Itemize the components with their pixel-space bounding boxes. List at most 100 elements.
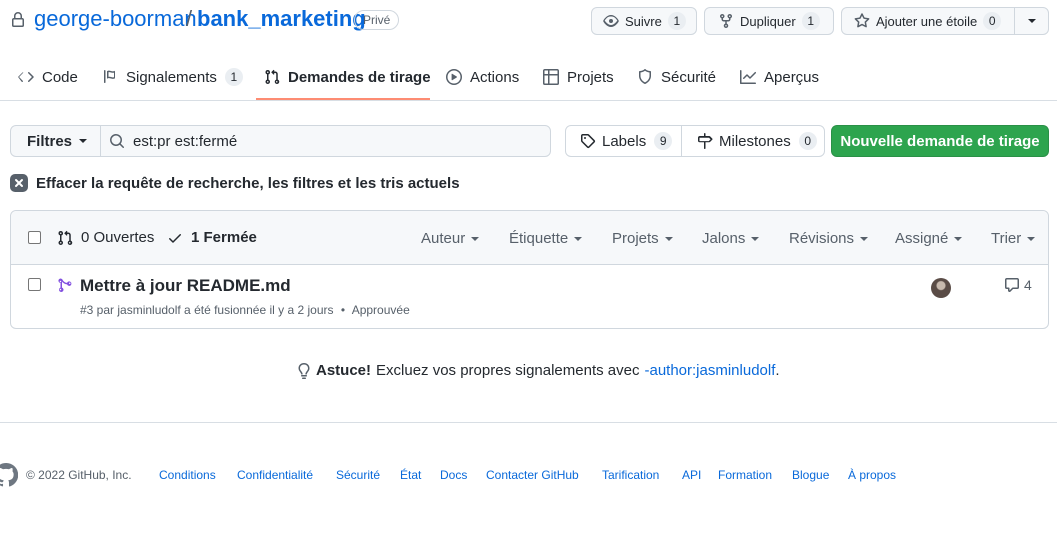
- tab-projects[interactable]: Projets: [543, 53, 614, 101]
- footer-link-security[interactable]: Sécurité: [336, 468, 380, 482]
- avatar[interactable]: [931, 278, 951, 298]
- fork-count: 1: [801, 12, 820, 30]
- shield-icon: [639, 69, 651, 85]
- watch-label: Suivre: [625, 13, 662, 29]
- tab-actions[interactable]: Actions: [446, 53, 519, 101]
- repo-name-link[interactable]: bank_marketing: [197, 6, 366, 32]
- meta-separator: •: [340, 303, 346, 317]
- author-filter-label: Auteur: [421, 230, 466, 247]
- labels-count: 9: [654, 132, 673, 150]
- assignee-filter[interactable]: Assigné: [895, 230, 963, 247]
- projects-filter[interactable]: Projets: [612, 230, 673, 247]
- pr-meta-text: #3 par jasminludolf a été fusionnée il y…: [80, 303, 334, 317]
- protip-suffix: .: [775, 362, 780, 379]
- footer-link-contact[interactable]: Contacter GitHub: [486, 468, 579, 482]
- code-icon: [18, 72, 34, 82]
- footer-link-about[interactable]: À propos: [848, 468, 896, 482]
- footer-link-pricing[interactable]: Tarification: [602, 468, 659, 482]
- star-divider: [1014, 8, 1015, 34]
- protip: Astuce! Excluez vos propres signalements…: [296, 362, 780, 379]
- list-header: 0 Ouvertes 1 Fermée Auteur Étiquette Pro…: [11, 211, 1048, 265]
- footer-link-status[interactable]: État: [400, 468, 421, 482]
- star-label: Ajouter une étoile: [876, 13, 978, 29]
- clear-filters-link[interactable]: Effacer la requête de recherche, les fil…: [10, 174, 460, 192]
- search-box[interactable]: [100, 125, 551, 157]
- comments-count: 4: [1024, 277, 1032, 293]
- new-pull-request-button[interactable]: Nouvelle demande de tirage: [831, 125, 1049, 157]
- footer: © 2022 GitHub, Inc. Conditions Confident…: [0, 463, 1057, 487]
- eye-icon: [603, 15, 619, 27]
- tab-security-label: Sécurité: [661, 68, 717, 86]
- graph-icon: [740, 70, 756, 84]
- milestone-icon: [698, 133, 713, 149]
- tab-code[interactable]: Code: [18, 53, 78, 101]
- select-all-checkbox[interactable]: [28, 231, 41, 244]
- play-icon: [446, 69, 462, 85]
- closed-filter-link[interactable]: 1 Fermée: [167, 229, 257, 246]
- label-filter-label: Étiquette: [509, 230, 569, 247]
- footer-link-training[interactable]: Formation: [718, 468, 772, 482]
- github-logo-icon[interactable]: [0, 463, 18, 487]
- caret-down-icon: [751, 236, 760, 241]
- footer-link-terms[interactable]: Conditions: [159, 468, 216, 482]
- pull-request-icon: [58, 230, 73, 245]
- protip-link[interactable]: -author:jasminludolf: [644, 362, 775, 379]
- reviews-filter[interactable]: Révisions: [789, 230, 869, 247]
- fork-button[interactable]: Dupliquer 1: [704, 7, 834, 35]
- repo-owner-link[interactable]: george-boorman: [34, 6, 197, 32]
- fork-label: Dupliquer: [740, 13, 796, 29]
- comment-icon: [1005, 278, 1019, 292]
- sort-filter[interactable]: Trier: [991, 230, 1036, 247]
- star-dropdown-caret-icon[interactable]: [1028, 19, 1036, 23]
- review-status-link[interactable]: Approuvée: [352, 303, 410, 317]
- caret-down-icon: [860, 236, 869, 241]
- star-count: 0: [983, 12, 1002, 30]
- filters-dropdown-button[interactable]: Filtres: [10, 125, 101, 157]
- protip-bold: Astuce!: [316, 362, 372, 379]
- table-icon: [543, 69, 559, 85]
- visibility-badge: Privé: [354, 10, 400, 30]
- light-bulb-icon: [298, 362, 310, 379]
- pr-title-link[interactable]: Mettre à jour README.md: [80, 276, 291, 296]
- sort-filter-label: Trier: [991, 230, 1022, 247]
- footer-link-privacy[interactable]: Confidentialité: [237, 468, 313, 482]
- search-input[interactable]: [133, 132, 533, 150]
- watch-count: 1: [667, 12, 686, 30]
- tab-insights[interactable]: Aperçus: [740, 53, 819, 101]
- filters-label: Filtres: [27, 132, 73, 150]
- footer-copyright: © 2022 GitHub, Inc.: [26, 468, 132, 482]
- author-filter[interactable]: Auteur: [421, 230, 480, 247]
- search-icon: [110, 134, 124, 148]
- clear-filters-label: Effacer la requête de recherche, les fil…: [36, 174, 460, 192]
- footer-link-api[interactable]: API: [682, 468, 701, 482]
- lock-icon: [12, 12, 24, 27]
- close-icon: [10, 174, 28, 192]
- reviews-filter-label: Révisions: [789, 230, 855, 247]
- tab-issues-count: 1: [224, 68, 243, 86]
- milestones-count: 0: [798, 132, 817, 150]
- labels-button[interactable]: Labels 9: [565, 125, 682, 157]
- milestones-filter[interactable]: Jalons: [702, 230, 760, 247]
- open-filter-link[interactable]: 0 Ouvertes: [57, 229, 154, 246]
- milestones-button[interactable]: Milestones 0: [681, 125, 825, 157]
- tag-icon: [580, 134, 596, 149]
- tab-security[interactable]: Sécurité: [637, 53, 716, 101]
- footer-link-blog[interactable]: Blogue: [792, 468, 829, 482]
- pull-request-list: 0 Ouvertes 1 Fermée Auteur Étiquette Pro…: [10, 210, 1049, 329]
- tab-issues[interactable]: Signalements 1: [102, 53, 243, 101]
- tab-code-label: Code: [42, 68, 78, 86]
- star-button[interactable]: Ajouter une étoile 0: [841, 7, 1049, 35]
- closed-count-label: 1 Fermée: [191, 229, 257, 246]
- label-filter[interactable]: Étiquette: [509, 230, 583, 247]
- watch-button[interactable]: Suivre 1: [591, 7, 697, 35]
- comments-link[interactable]: 4: [1004, 277, 1032, 293]
- pull-request-icon: [265, 69, 280, 85]
- filters-caret-icon: [79, 139, 88, 143]
- tab-pull-requests[interactable]: Demandes de tirage: [264, 53, 431, 101]
- row-checkbox[interactable]: [28, 278, 41, 291]
- footer-link-docs[interactable]: Docs: [440, 468, 467, 482]
- fork-icon: [720, 13, 732, 29]
- star-icon: [854, 13, 870, 28]
- tab-actions-label: Actions: [470, 68, 520, 86]
- repo-path-separator: /: [186, 6, 193, 31]
